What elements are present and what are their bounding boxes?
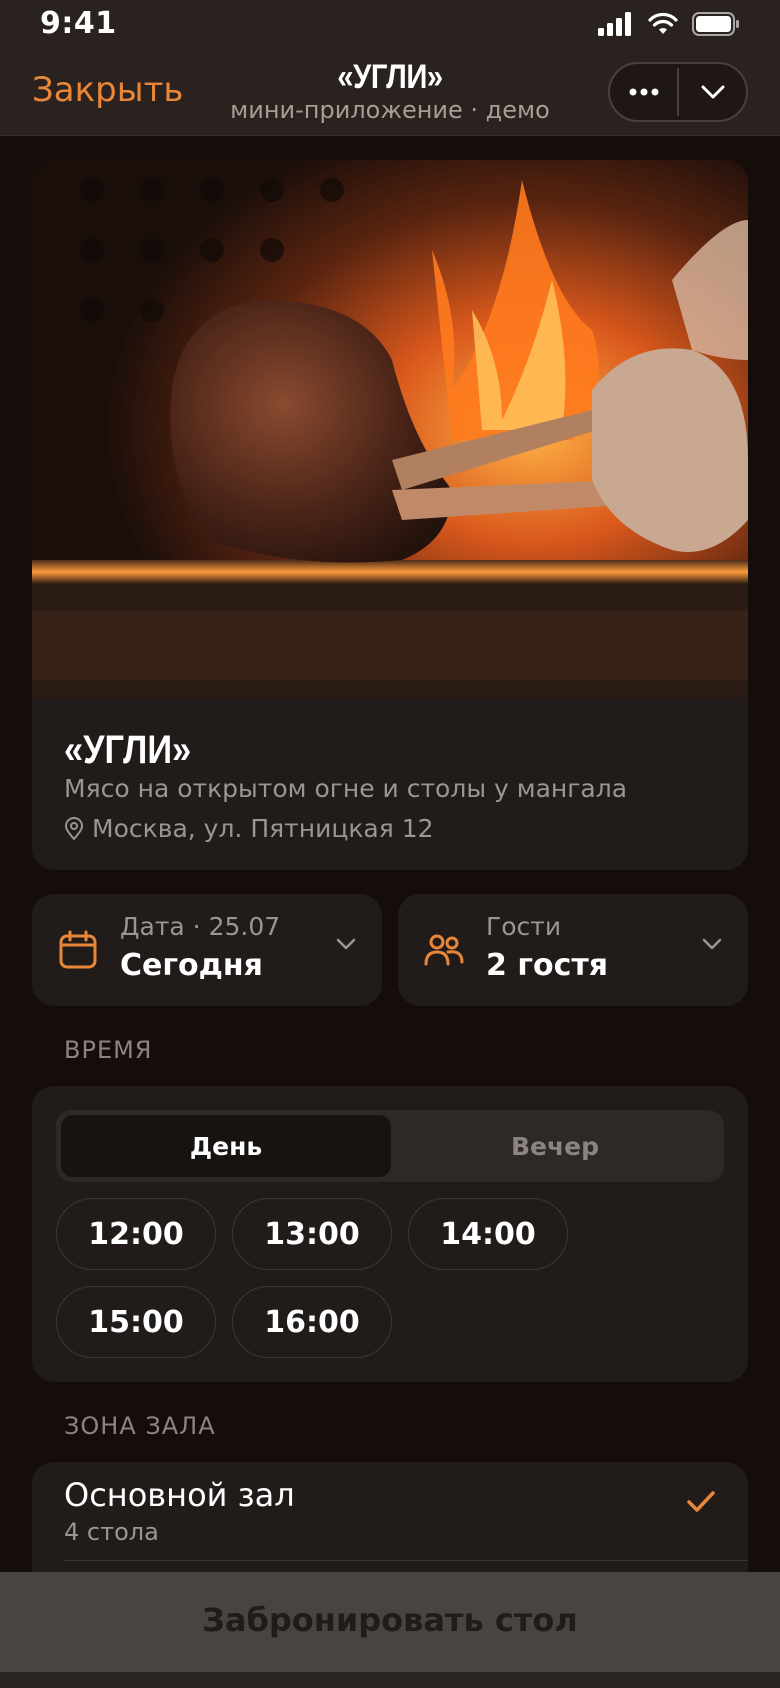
time-slot-button[interactable]: 15:00 [56,1286,216,1358]
time-card: День Вечер 12:00 13:00 14:00 15:00 16:00 [32,1086,748,1382]
venue-card: «УГЛИ» Мясо на открытом огне и столы у м… [32,160,748,870]
chevron-down-icon [701,85,724,99]
guests-label: Гости [486,912,562,941]
people-icon [424,934,464,966]
time-slot-button[interactable]: 16:00 [232,1286,392,1358]
venue-address-text: Москва, ул. Пятницкая 12 [92,814,434,843]
guests-picker[interactable]: Гости 2 гостя [398,894,748,1006]
time-slot-button[interactable]: 13:00 [232,1198,392,1270]
time-slot-button[interactable]: 14:00 [408,1198,568,1270]
bottom-action-bar: Забронировать стол [0,1572,780,1688]
tab-day[interactable]: День [61,1115,391,1177]
venue-address: Москва, ул. Пятницкая 12 [64,814,434,843]
divider [64,1560,748,1561]
header-capsule [608,62,748,122]
day-evening-toggle: День Вечер [56,1110,724,1182]
zone-item-main-hall[interactable]: Основной зал 4 стола [32,1462,748,1562]
calendar-icon [59,930,97,969]
date-picker[interactable]: Дата · 25.07 Сегодня [32,894,382,1006]
date-value: Сегодня [120,948,263,983]
venue-name: «УГЛИ» [64,728,192,772]
tab-evening[interactable]: Вечер [390,1115,720,1177]
wifi-icon [648,12,678,34]
checkmark-icon [687,1491,715,1512]
home-indicator [0,1672,780,1688]
status-time: 9:41 [40,6,117,41]
venue-description: Мясо на открытом огне и столы у мангала [64,774,628,803]
mini-app-header: Закрыть «УГЛИ» мини-приложение · демо [0,52,780,136]
time-section-label: ВРЕМЯ [64,1036,153,1064]
location-pin-icon [64,816,84,841]
cellular-signal-icon [598,12,631,36]
chevron-down-icon [336,938,356,950]
guests-value: 2 гостя [486,948,609,983]
zone-name: Основной зал [64,1476,295,1514]
zone-tables-count: 4 стола [64,1518,159,1546]
venue-photo [32,160,748,698]
more-button[interactable] [610,64,677,120]
chevron-down-icon [702,938,722,950]
date-label: Дата · 25.07 [120,912,281,941]
time-slot-button[interactable]: 12:00 [56,1198,216,1270]
status-icons [598,12,740,36]
zone-section-label: ЗОНА ЗАЛА [64,1412,216,1440]
battery-icon [692,12,739,36]
more-dots-icon [629,88,658,96]
status-bar: 9:41 [0,0,780,52]
minimize-button[interactable] [679,64,746,120]
book-table-button[interactable]: Забронировать стол [0,1572,780,1668]
